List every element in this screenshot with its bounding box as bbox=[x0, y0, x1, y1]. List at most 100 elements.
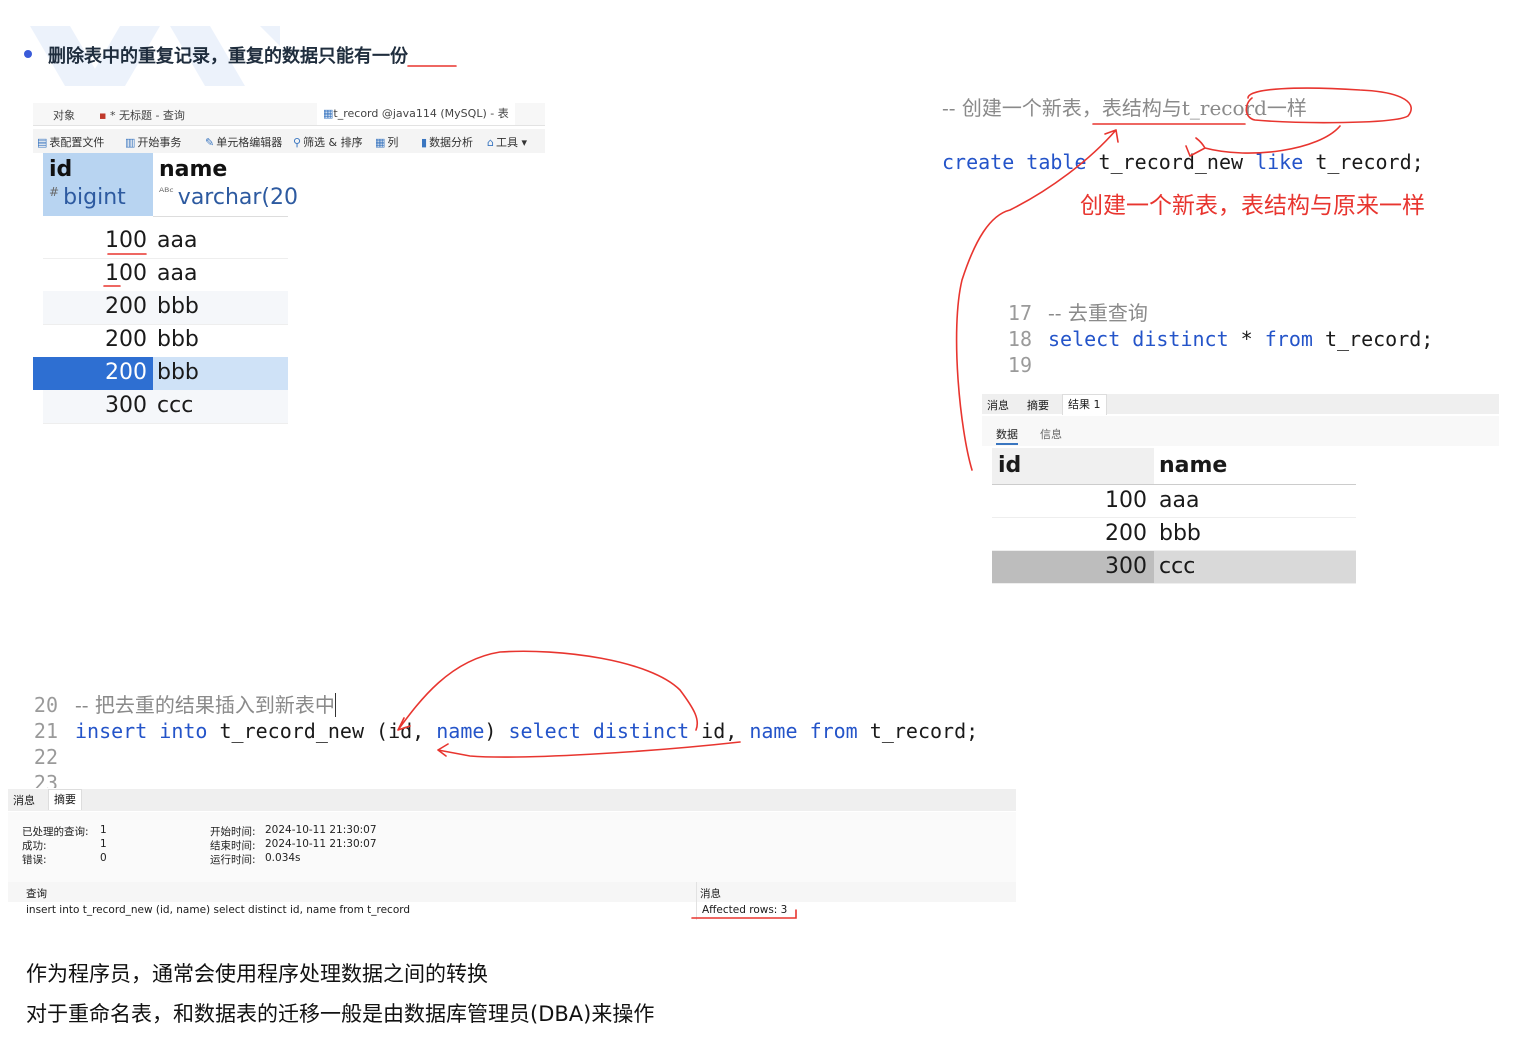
code-keyword: select distinct bbox=[508, 719, 690, 743]
tab-data[interactable]: 数据 bbox=[996, 426, 1018, 445]
numeric-type-icon: # bbox=[49, 185, 60, 199]
table-row[interactable]: 100 aaa bbox=[43, 225, 288, 259]
summary-table-row[interactable]: insert into t_record_new (id, name) sele… bbox=[8, 902, 1016, 920]
start-time-label: 开始时间: bbox=[210, 826, 256, 838]
tab-summary[interactable]: 摘要 bbox=[48, 789, 82, 810]
table-row[interactable]: 300 ccc bbox=[43, 390, 288, 424]
tab-table-t-record[interactable]: ▦t_record @java114 (MySQL) - 表 bbox=[317, 103, 515, 125]
code-keyword: from bbox=[809, 719, 858, 743]
right-sql-editor[interactable]: 17 -- 去重查询 18 select distinct * from t_rec… bbox=[982, 300, 1499, 392]
right-result-grid: id name 100 aaa 200 bbb 300 ccc bbox=[992, 448, 1356, 584]
editor-line: 19 bbox=[982, 352, 1499, 378]
code-text: t_record_new (id, bbox=[207, 719, 437, 743]
table-row[interactable]: 200 bbb bbox=[992, 518, 1356, 551]
cell-editor-button[interactable]: ✎ 单元格编辑器 bbox=[205, 134, 282, 150]
code-text: id, bbox=[689, 719, 750, 743]
code-keyword: insert into bbox=[75, 719, 208, 743]
table-row[interactable]: 200 bbb bbox=[43, 324, 288, 358]
code-text: ) bbox=[484, 719, 509, 743]
error-value: 0 bbox=[100, 852, 107, 864]
transaction-icon: ▥ bbox=[125, 136, 136, 149]
code-keyword: from bbox=[1264, 327, 1313, 351]
filter-sort-button[interactable]: ⚲ 筛选 & 排序 bbox=[293, 134, 363, 150]
text-cursor bbox=[334, 693, 336, 717]
tab-untitled-query[interactable]: ▪ * 无标题 - 查询 bbox=[99, 107, 185, 123]
table-row[interactable]: 100 aaa bbox=[43, 258, 288, 292]
processed-value: 1 bbox=[100, 824, 107, 836]
query-icon: ▪ bbox=[99, 109, 107, 122]
line-number: 21 bbox=[33, 719, 58, 743]
table-row[interactable]: 200 bbb bbox=[43, 291, 288, 325]
column-divider bbox=[696, 902, 697, 920]
table-icon: ▦ bbox=[323, 107, 334, 120]
code-keyword: name bbox=[436, 719, 485, 743]
line-number: 18 bbox=[1007, 327, 1032, 351]
edit-icon: ✎ bbox=[205, 136, 215, 149]
tab-summary[interactable]: 摘要 bbox=[1027, 397, 1049, 413]
code-text: * bbox=[1228, 327, 1265, 351]
code-identifier: t_record; bbox=[1315, 150, 1424, 174]
annotation-note: 创建一个新表，表结构与原来一样 bbox=[1080, 193, 1425, 219]
left-data-grid: id # bigint name ᴬᴮᶜ varchar(20 100 aaa 100… bbox=[33, 153, 298, 424]
tab-messages[interactable]: 消息 bbox=[13, 792, 35, 808]
chart-icon: ▮ bbox=[421, 136, 428, 149]
table-row-selected[interactable]: 300 ccc bbox=[992, 551, 1356, 584]
message-cell: Affected rows: 3 bbox=[702, 904, 788, 916]
line-number: 22 bbox=[33, 745, 58, 769]
code-text: t_record; bbox=[857, 719, 979, 743]
code-keyword: name bbox=[749, 719, 798, 743]
bullet-dot bbox=[24, 50, 32, 58]
tab-messages[interactable]: 消息 bbox=[987, 397, 1009, 413]
success-label: 成功: bbox=[22, 840, 47, 852]
footer-line-1: 作为程序员，通常会使用程序处理数据之间的转换 bbox=[26, 962, 488, 986]
bottom-sql-editor[interactable]: 20 -- 把去重的结果插入到新表中 21 insert into t_record… bbox=[8, 692, 1016, 788]
result-sub-tabs: 数据 信息 bbox=[982, 416, 1499, 446]
tools-button[interactable]: ⌂ 工具 ▾ bbox=[487, 134, 527, 150]
code-identifier: t_record_new bbox=[1098, 150, 1244, 174]
code-text: t_record; bbox=[1312, 327, 1434, 351]
line-number: 19 bbox=[1007, 353, 1032, 377]
editor-line: 20 -- 把去重的结果插入到新表中 bbox=[8, 692, 1016, 718]
tab-result-1[interactable]: 结果 1 bbox=[1062, 394, 1107, 415]
column-header-id[interactable]: id bbox=[992, 448, 1154, 484]
column-header-name[interactable]: name ᴬᴮᶜ varchar(20 bbox=[153, 153, 298, 217]
error-label: 错误: bbox=[22, 854, 47, 866]
query-column-header[interactable]: 查询 bbox=[26, 886, 47, 901]
summary-table-header: 查询 消息 bbox=[8, 882, 1016, 903]
end-time-label: 结束时间: bbox=[210, 840, 256, 852]
editor-line: 18 select distinct * from t_record; bbox=[982, 326, 1499, 352]
editor-line: 23 bbox=[8, 770, 1016, 788]
editor-line: 21 insert into t_record_new (id, name) se… bbox=[8, 718, 1016, 744]
table-profile-button[interactable]: ▤ 表配置文件 bbox=[37, 134, 104, 150]
result-tab-bar: 消息 摘要 结果 1 bbox=[982, 394, 1499, 415]
code-comment: -- 把去重的结果插入到新表中 bbox=[75, 693, 335, 717]
begin-transaction-button[interactable]: ▥ 开始事务 bbox=[125, 134, 181, 150]
message-column-header[interactable]: 消息 bbox=[700, 886, 721, 901]
column-header-id[interactable]: id # bigint bbox=[43, 153, 153, 216]
end-time-value: 2024-10-11 21:30:07 bbox=[265, 838, 377, 850]
line-number: 17 bbox=[1007, 301, 1032, 325]
code-comment: -- 创建一个新表，表结构与t_record一样 bbox=[942, 96, 1307, 120]
run-time-label: 运行时间: bbox=[210, 854, 256, 866]
create-table-snippet: -- 创建一个新表，表结构与t_record一样 create table t_… bbox=[942, 68, 1424, 203]
tab-objects[interactable]: 对象 bbox=[53, 107, 75, 123]
code-keyword: select distinct bbox=[1048, 327, 1229, 351]
code-comment: -- 去重查询 bbox=[1048, 301, 1148, 325]
table-row-selected[interactable]: 200 bbb bbox=[33, 357, 288, 391]
code-keyword: like bbox=[1255, 150, 1304, 174]
table-row[interactable]: 100 aaa bbox=[992, 485, 1356, 518]
columns-button[interactable]: ▦ 列 bbox=[375, 134, 398, 150]
code-keyword: create table bbox=[942, 150, 1087, 174]
navicat-tab-bar: 对象 ▪ * 无标题 - 查询 ▦t_record @java114 (MySQ… bbox=[33, 103, 545, 126]
navicat-toolbar: ▤ 表配置文件 ▥ 开始事务 ✎ 单元格编辑器 ⚲ 筛选 & 排序 ▦ 列 ▮ 数据分析 ⌂… bbox=[33, 129, 545, 153]
column-divider[interactable] bbox=[696, 882, 697, 902]
column-header-name[interactable]: name bbox=[1159, 453, 1227, 478]
line-number: 20 bbox=[33, 693, 58, 717]
footer-line-2: 对于重命名表，和数据表的迁移一般是由数据库管理员(DBA)来操作 bbox=[26, 1002, 655, 1026]
filter-icon: ⚲ bbox=[293, 136, 302, 149]
data-analysis-button[interactable]: ▮ 数据分析 bbox=[421, 134, 473, 150]
toolbox-icon: ⌂ bbox=[487, 136, 494, 149]
start-time-value: 2024-10-11 21:30:07 bbox=[265, 824, 377, 836]
tab-info[interactable]: 信息 bbox=[1040, 426, 1062, 442]
